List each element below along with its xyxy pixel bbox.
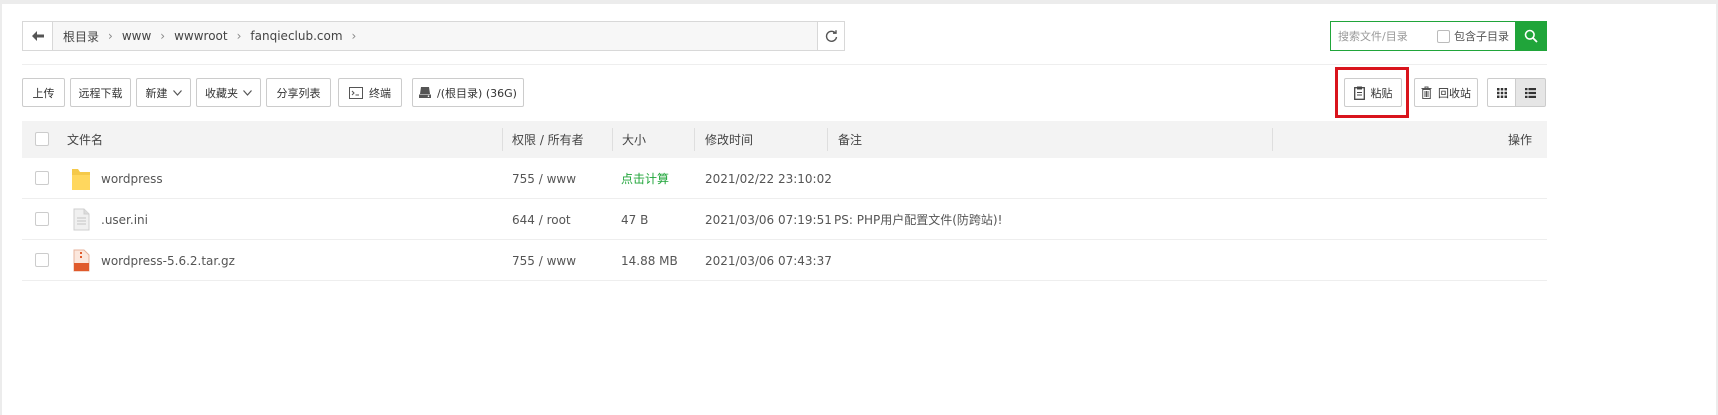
- new-button[interactable]: 新建: [136, 78, 191, 107]
- table-header: 文件名 权限 / 所有者 大小 修改时间 备注 操作: [22, 121, 1547, 158]
- column-separator: [502, 128, 503, 151]
- file-name[interactable]: wordpress: [101, 172, 163, 186]
- include-subdir-toggle[interactable]: 包含子目录: [1437, 28, 1509, 44]
- grid-icon: [1496, 87, 1507, 98]
- row-checkbox[interactable]: [35, 253, 49, 267]
- hard-drive-icon: [419, 87, 432, 98]
- mtime-cell: 2021/03/06 07:19:51: [705, 212, 832, 227]
- paste-highlight-box: [1335, 67, 1409, 118]
- header-name[interactable]: 文件名: [67, 121, 103, 158]
- terminal-label: 终端: [369, 86, 391, 100]
- row-checkbox[interactable]: [35, 171, 49, 185]
- select-all-checkbox[interactable]: [35, 132, 49, 146]
- refresh-icon: [825, 29, 837, 42]
- list-icon: [1525, 87, 1536, 98]
- file-name[interactable]: wordpress-5.6.2.tar.gz: [101, 254, 235, 268]
- size-cell: 47 B: [621, 212, 649, 227]
- chevron-right-icon: ›: [351, 29, 357, 43]
- permission-cell[interactable]: 755 / www: [512, 158, 576, 199]
- table-row[interactable]: wordpress 755 / www 点击计算 2021/02/22 23:1…: [22, 158, 1547, 199]
- upload-button[interactable]: 上传: [22, 78, 65, 107]
- favorites-label: 收藏夹: [205, 86, 238, 100]
- trash-icon: [1421, 86, 1432, 99]
- file-name[interactable]: .user.ini: [101, 213, 148, 227]
- refresh-button[interactable]: [817, 22, 844, 50]
- archive-icon: [73, 249, 90, 272]
- include-subdir-label: 包含子目录: [1454, 30, 1509, 43]
- back-button[interactable]: [23, 22, 53, 50]
- disk-label: /(根目录) (36G): [437, 86, 517, 100]
- calculate-size-link[interactable]: 点击计算: [621, 158, 669, 199]
- folder-icon: [72, 169, 90, 190]
- breadcrumb-item-root[interactable]: 根目录: [63, 28, 99, 45]
- disk-button[interactable]: /(根目录) (36G): [412, 78, 524, 107]
- header-note: 备注: [838, 133, 863, 147]
- permission-cell[interactable]: 755 / www: [512, 240, 576, 281]
- mtime-cell: 2021/03/06 07:43:37: [705, 253, 832, 268]
- header-actions: 操作: [1507, 133, 1532, 147]
- search-input[interactable]: [1331, 22, 1431, 50]
- row-checkbox[interactable]: [35, 212, 49, 226]
- column-separator: [827, 128, 828, 151]
- file-icon: [73, 208, 90, 231]
- recycle-bin-button[interactable]: 回收站: [1414, 78, 1478, 107]
- new-label: 新建: [145, 86, 168, 100]
- note-cell: PS: PHP用户配置文件(防跨站)!: [834, 213, 1003, 227]
- file-manager-panel: 根目录 › www › wwwroot › fanqieclub.com › 包…: [2, 4, 1716, 415]
- divider: [22, 64, 1547, 65]
- header-permission[interactable]: 权限 / 所有者: [512, 121, 584, 158]
- terminal-button[interactable]: 终端: [338, 78, 402, 107]
- remote-download-button[interactable]: 远程下载: [70, 78, 131, 107]
- size-cell: 14.88 MB: [621, 253, 678, 268]
- chevron-down-icon: [172, 89, 182, 96]
- search-button[interactable]: [1515, 21, 1547, 51]
- arrow-left-icon: [31, 31, 44, 41]
- breadcrumb-item-wwwroot[interactable]: wwwroot: [174, 29, 228, 43]
- chevron-right-icon: ›: [236, 29, 242, 43]
- mtime-cell: 2021/02/22 23:10:02: [705, 171, 832, 186]
- table-row[interactable]: .user.ini 644 / root 47 B 2021/03/06 07:…: [22, 199, 1547, 240]
- grid-view-button[interactable]: [1487, 78, 1516, 107]
- column-separator: [694, 128, 695, 151]
- share-list-label: 分享列表: [276, 86, 321, 100]
- breadcrumb-item-www[interactable]: www: [122, 29, 151, 43]
- include-subdir-checkbox[interactable]: [1437, 29, 1450, 43]
- table-row[interactable]: wordpress-5.6.2.tar.gz 755 / www 14.88 M…: [22, 240, 1547, 281]
- header-mtime[interactable]: 修改时间: [705, 121, 753, 158]
- permission-cell[interactable]: 644 / root: [512, 199, 571, 240]
- path-bar: 根目录 › www › wwwroot › fanqieclub.com ›: [22, 21, 845, 51]
- chevron-right-icon: ›: [160, 29, 166, 43]
- share-list-button[interactable]: 分享列表: [266, 78, 331, 107]
- breadcrumb: 根目录 › www › wwwroot › fanqieclub.com ›: [53, 22, 817, 50]
- remote-download-label: 远程下载: [78, 86, 123, 100]
- file-name-cell: .user.ini: [71, 199, 148, 240]
- chevron-down-icon: [243, 89, 252, 96]
- chevron-right-icon: ›: [108, 29, 113, 43]
- search-icon: [1524, 29, 1538, 43]
- header-size[interactable]: 大小: [622, 121, 646, 158]
- terminal-icon: [349, 86, 363, 99]
- file-name-cell: wordpress: [71, 158, 163, 199]
- list-view-button[interactable]: [1515, 78, 1546, 107]
- search-box: 包含子目录: [1330, 21, 1547, 51]
- recycle-bin-label: 回收站: [1438, 86, 1471, 100]
- column-separator: [1272, 128, 1273, 151]
- breadcrumb-item-site[interactable]: fanqieclub.com: [250, 29, 342, 43]
- column-separator: [612, 128, 613, 151]
- upload-label: 上传: [32, 86, 55, 100]
- favorites-button[interactable]: 收藏夹: [196, 78, 261, 107]
- file-name-cell: wordpress-5.6.2.tar.gz: [71, 240, 235, 281]
